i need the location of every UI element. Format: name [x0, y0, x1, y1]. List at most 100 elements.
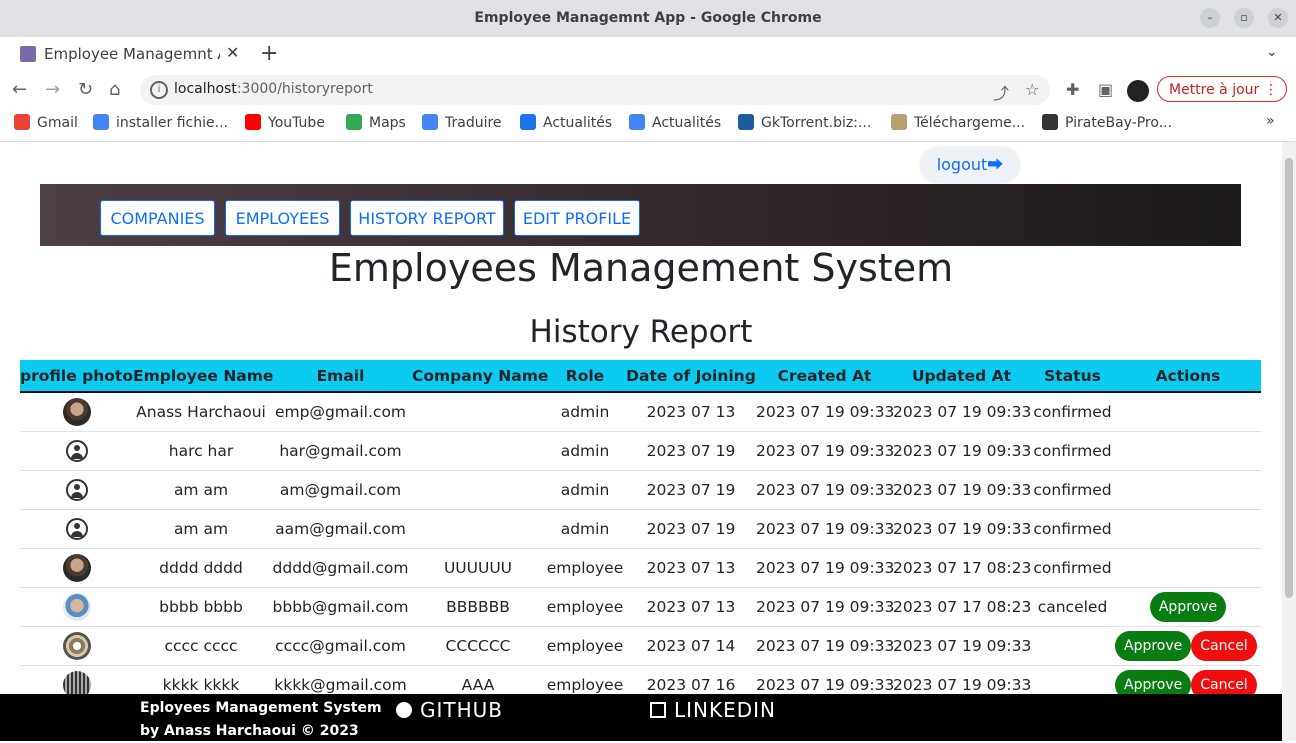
cell-joined: 2023 07 13 [626, 548, 756, 588]
bookmark-telechargement[interactable]: Téléchargeme... [891, 114, 1025, 131]
table-row: harc har har@gmail.com admin 2023 07 19 2023… [20, 431, 1261, 471]
approve-button[interactable]: Approve [1115, 670, 1192, 694]
scrollbar-thumb[interactable] [1285, 158, 1293, 598]
table-row: kkkk kkkk kkkk@gmail.com AAA employee 2023 0… [20, 665, 1261, 694]
profile-avatar[interactable] [1127, 80, 1149, 102]
cell-joined: 2023 07 13 [626, 587, 756, 627]
cell-actions [1115, 431, 1261, 471]
profile-photo-cell [20, 431, 133, 471]
profile-photo-cell [20, 509, 133, 549]
nav-banner: COMPANIES EMPLOYEES HISTORY REPORT EDIT … [40, 184, 1241, 246]
column-header: Employee Name [133, 360, 273, 393]
table-row: cccc cccc cccc@gmail.com CCCCCC employee 202… [20, 626, 1261, 666]
cell-role: employee [544, 548, 626, 588]
linkedin-link[interactable]: LINKEDIN [650, 698, 776, 722]
nav-employees-button[interactable]: EMPLOYEES [225, 200, 340, 236]
new-tab-icon[interactable]: + [260, 41, 278, 66]
profile-photo [62, 554, 91, 582]
address-url[interactable]: localhost:3000/historyreport [174, 81, 373, 97]
cell-name: am am [133, 470, 269, 510]
approve-button[interactable]: Approve [1115, 631, 1192, 661]
cancel-button[interactable]: Cancel [1191, 670, 1257, 694]
extensions-puzzle-icon[interactable]: ✚ [1066, 80, 1079, 99]
cell-actions: Approve Cancel [1115, 665, 1261, 694]
forward-arrow-icon[interactable]: → [45, 79, 60, 100]
cell-created: 2023 07 19 09:33 [756, 665, 894, 694]
cell-updated: 2023 07 19 09:33 [893, 431, 1031, 471]
ship-icon [1042, 114, 1058, 130]
cell-created: 2023 07 19 09:33 [756, 587, 894, 627]
approve-button[interactable]: Approve [1149, 592, 1227, 622]
bookmark-star-icon[interactable]: ☆ [1025, 80, 1039, 99]
column-header: Role [544, 360, 626, 393]
page-scrollbar[interactable] [1282, 142, 1296, 741]
profile-photo-cell [20, 665, 133, 694]
share-icon[interactable]: ⤴ [993, 80, 1009, 104]
cell-name: cccc cccc [133, 626, 269, 666]
linkedin-icon [650, 702, 666, 718]
github-link[interactable]: GITHUB [396, 698, 503, 722]
cell-company [412, 470, 544, 510]
cell-created: 2023 07 19 09:33 [756, 392, 894, 432]
browser-tab[interactable]: Employee Managemnt App ✕ [8, 37, 248, 71]
cell-status: confirmed [1030, 392, 1115, 432]
close-window-button[interactable]: ✕ [1268, 8, 1288, 28]
bookmark-piratebay[interactable]: PirateBay-Pro... [1042, 114, 1172, 131]
cell-actions [1115, 509, 1261, 549]
translate-icon [422, 114, 438, 130]
cell-company: UUUUUU [412, 548, 544, 588]
nav-history-report-button[interactable]: HISTORY REPORT [350, 200, 504, 236]
cancel-button[interactable]: Cancel [1191, 631, 1257, 661]
tab-search-chevron-icon[interactable]: ⌄ [1266, 44, 1278, 60]
profile-photo-cell [20, 470, 133, 510]
side-panel-icon[interactable]: ▣ [1098, 80, 1113, 99]
column-header: Actions [1115, 360, 1261, 393]
cell-joined: 2023 07 16 [626, 665, 756, 694]
menu-dots-icon[interactable]: ⋮ [1264, 77, 1278, 103]
cell-created: 2023 07 19 09:33 [756, 470, 894, 510]
reload-icon[interactable]: ↻ [78, 79, 93, 100]
cell-role: employee [544, 626, 626, 666]
cell-updated: 2023 07 19 09:33 [893, 626, 1031, 666]
bookmark-actualites-2[interactable]: Actualités [629, 114, 721, 131]
bookmark-youtube[interactable]: YouTube [245, 114, 325, 131]
default-avatar-icon [65, 479, 88, 501]
bookmark-traduire[interactable]: Traduire [422, 114, 502, 131]
table-row: am am aam@gmail.com admin 2023 07 19 2023 07… [20, 509, 1261, 549]
cell-name: harc har [133, 431, 269, 471]
cell-status: confirmed [1030, 431, 1115, 471]
site-info-icon[interactable]: i [150, 81, 168, 99]
nav-edit-profile-button[interactable]: EDIT PROFILE [514, 200, 640, 236]
profile-photo [62, 593, 91, 621]
bookmark-gktorrent[interactable]: GkTorrent.biz:... [738, 114, 871, 131]
cell-status [1030, 626, 1115, 666]
cell-joined: 2023 07 19 [626, 431, 756, 471]
home-icon[interactable]: ⌂ [109, 79, 120, 100]
table-row: am am am@gmail.com admin 2023 07 19 2023 07 … [20, 470, 1261, 510]
logout-button[interactable]: logout⮕ [921, 148, 1019, 182]
bookmark-maps[interactable]: Maps [346, 114, 406, 131]
history-table: profile photo Employee Name Email Company N… [20, 360, 1261, 694]
back-arrow-icon[interactable]: ← [12, 79, 27, 100]
youtube-icon [245, 114, 261, 130]
bookmark-installer[interactable]: installer fichie... [93, 114, 228, 131]
tab-close-icon[interactable]: ✕ [226, 43, 239, 62]
default-avatar-icon [65, 518, 88, 540]
bookmark-gmail[interactable]: Gmail [14, 114, 78, 131]
section-title: History Report [529, 314, 753, 350]
nav-companies-button[interactable]: COMPANIES [100, 200, 215, 236]
bookmarks-more-icon[interactable]: » [1266, 113, 1275, 129]
bookmark-actualites-1[interactable]: Actualités [520, 114, 612, 131]
gmail-icon [14, 114, 30, 130]
address-bar[interactable]: i localhost:3000/historyreport ⤴ ☆ [140, 75, 1050, 105]
cell-created: 2023 07 19 09:33 [756, 431, 894, 471]
minimize-button[interactable]: – [1200, 8, 1220, 28]
maximize-button[interactable]: ▫ [1234, 8, 1254, 28]
cell-updated: 2023 07 19 09:33 [893, 509, 1031, 549]
cell-updated: 2023 07 19 09:33 [893, 470, 1031, 510]
logout-icon: ⮕ [987, 155, 1004, 174]
cell-updated: 2023 07 19 09:33 [893, 392, 1031, 432]
update-chrome-button[interactable]: Mettre à jour ⋮ [1157, 76, 1287, 102]
tab-favicon-icon [20, 46, 36, 62]
table-row: Anass Harchaoui emp@gmail.com admin 2023 07… [20, 392, 1261, 432]
